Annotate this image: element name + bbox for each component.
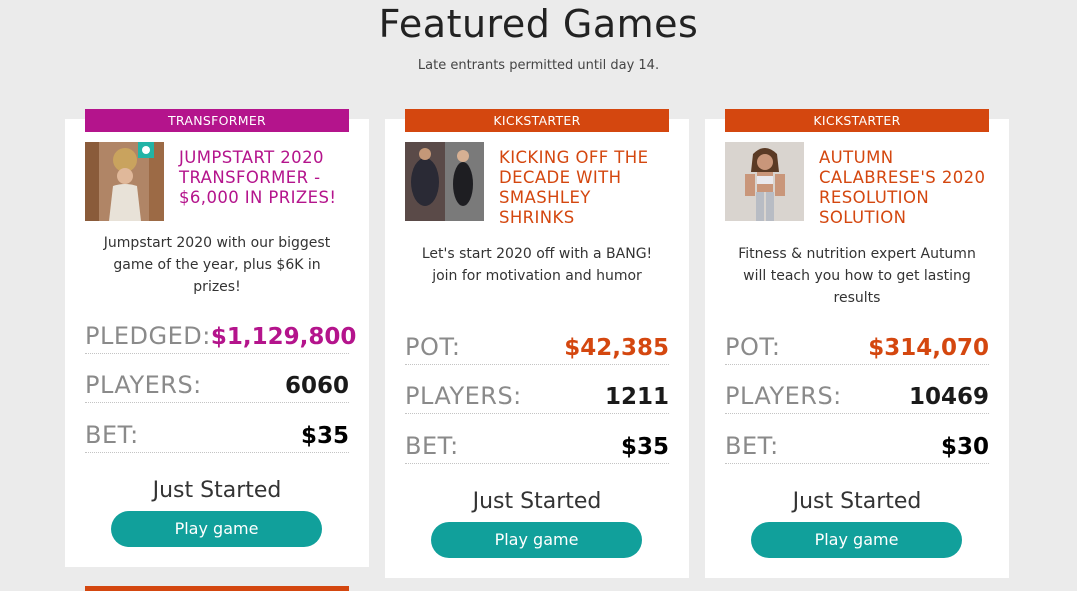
description-line: Fitness & nutrition expert Autumn — [738, 246, 976, 262]
stat-value: $30 — [940, 434, 989, 460]
game-description: Jumpstart 2020 with our biggest game of … — [85, 232, 349, 298]
game-type-badge: TRANSFORMER — [85, 109, 349, 132]
stat-row-bet: BET: $35 — [405, 426, 669, 464]
game-title-line: CALABRESE'S 2020 — [819, 168, 986, 187]
page-subtitle: Late entrants permitted until day 14. — [417, 58, 660, 73]
stat-value: 1211 — [604, 384, 669, 410]
game-thumbnail[interactable] — [405, 142, 484, 221]
stat-row-bet: BET: $35 — [85, 415, 349, 453]
game-status: Just Started — [152, 478, 282, 503]
play-game-button[interactable]: Play game — [431, 522, 642, 558]
game-title-line: SHRINKS — [499, 208, 575, 227]
stat-label: POT: — [405, 333, 461, 361]
stat-label: PLAYERS: — [405, 382, 522, 410]
stat-row-pledged: PLEDGED: $1,129,800 — [85, 316, 356, 354]
description-line: Jumpstart 2020 with our biggest — [103, 235, 331, 251]
stat-value: $314,070 — [868, 335, 989, 361]
stat-row-players: PLAYERS: 1211 — [405, 376, 669, 414]
game-description: Fitness & nutrition expert Autumn will t… — [725, 243, 989, 309]
description-line: results — [833, 290, 881, 306]
page-title: Featured Games — [378, 2, 699, 46]
game-thumbnail[interactable] — [725, 142, 804, 221]
stat-value: $35 — [620, 434, 669, 460]
stat-row-pot: POT: $314,070 — [725, 327, 989, 365]
game-title-line: JUMPSTART 2020 — [179, 148, 324, 167]
stat-label: PLAYERS: — [85, 371, 202, 399]
stat-row-pot: POT: $42,385 — [405, 327, 669, 365]
next-card-badge-edge — [85, 586, 349, 591]
stat-label: POT: — [725, 333, 781, 361]
game-title[interactable]: KICKING OFF THE DECADE WITH SMASHLEY SHR… — [499, 148, 679, 228]
play-game-button[interactable]: Play game — [751, 522, 962, 558]
play-game-button[interactable]: Play game — [111, 511, 322, 547]
game-title-line: $6,000 IN PRIZES! — [179, 188, 337, 207]
game-title[interactable]: JUMPSTART 2020 TRANSFORMER - $6,000 IN P… — [179, 148, 359, 208]
stat-value: $35 — [300, 423, 349, 449]
game-thumbnail[interactable] — [85, 142, 164, 221]
stat-row-bet: BET: $30 — [725, 426, 989, 464]
stat-label: BET: — [725, 432, 779, 460]
game-title-line: KICKING OFF THE — [499, 148, 649, 167]
game-title-line: DECADE WITH — [499, 168, 622, 187]
stat-value: $42,385 — [564, 335, 669, 361]
description-line: join for motivation and humor — [432, 268, 642, 284]
game-title[interactable]: AUTUMN CALABRESE'S 2020 RESOLUTION SOLUT… — [819, 148, 999, 228]
game-title-line: SMASHLEY — [499, 188, 591, 207]
stat-row-players: PLAYERS: 6060 — [85, 365, 349, 403]
game-type-badge: KICKSTARTER — [405, 109, 669, 132]
description-line: game of the year, plus $6K in — [113, 257, 321, 273]
description-line: will teach you how to get lasting — [743, 268, 971, 284]
stat-label: BET: — [405, 432, 459, 460]
stat-label: PLEDGED: — [85, 322, 211, 350]
game-title-line: RESOLUTION — [819, 188, 930, 207]
stat-value: 10469 — [908, 384, 989, 410]
stat-value: $1,129,800 — [210, 324, 357, 350]
game-status: Just Started — [792, 489, 922, 514]
game-description: Let's start 2020 off with a BANG! join f… — [405, 243, 669, 287]
game-title-line: SOLUTION — [819, 208, 907, 227]
game-type-badge: KICKSTARTER — [725, 109, 989, 132]
stat-label: BET: — [85, 421, 139, 449]
game-status: Just Started — [472, 489, 602, 514]
description-line: Let's start 2020 off with a BANG! — [421, 246, 653, 262]
stat-row-players: PLAYERS: 10469 — [725, 376, 989, 414]
stat-value: 6060 — [284, 373, 349, 399]
game-title-line: TRANSFORMER - — [179, 168, 321, 187]
game-title-line: AUTUMN — [819, 148, 894, 167]
description-line: prizes! — [193, 279, 241, 295]
stat-label: PLAYERS: — [725, 382, 842, 410]
